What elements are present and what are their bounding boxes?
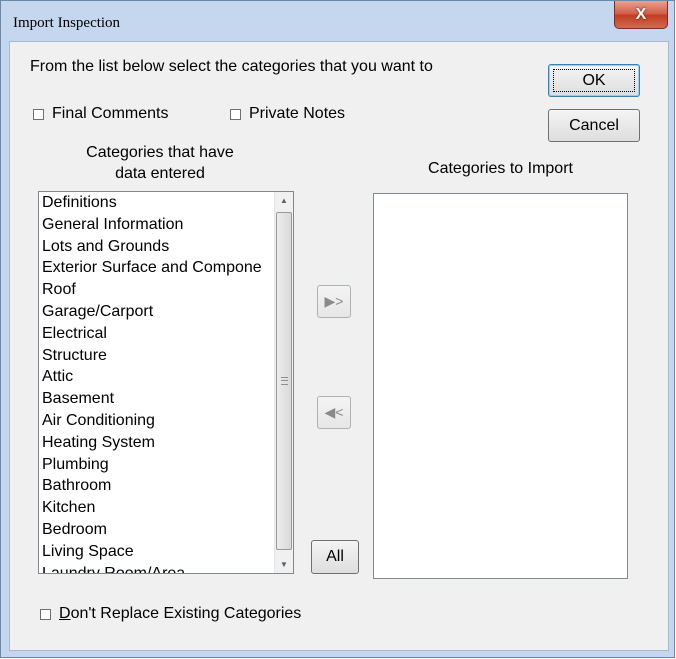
list-item[interactable]: Kitchen <box>39 497 293 519</box>
left-list-items: Definitions General Information Lots and G… <box>39 192 293 573</box>
ok-button[interactable]: OK <box>548 64 640 97</box>
select-all-button[interactable]: All <box>311 540 359 574</box>
scroll-up-icon[interactable]: ▲ <box>275 192 293 209</box>
list-item[interactable]: Air Conditioning <box>39 410 293 432</box>
instructions-text: From the list below select the categorie… <box>30 58 433 75</box>
left-list-scrollbar[interactable]: ▲ ▼ <box>274 192 293 573</box>
close-icon: X <box>635 5 647 23</box>
private-notes-label: Private Notes <box>249 105 346 122</box>
list-item[interactable]: Bedroom <box>39 519 293 541</box>
list-item[interactable]: Exterior Surface and Compone <box>39 257 293 279</box>
left-list-header-line1: Categories that have <box>86 144 234 161</box>
right-list-header: Categories to Import <box>428 160 573 177</box>
categories-to-import-listbox[interactable] <box>373 193 628 579</box>
window-title: Import Inspection <box>13 15 121 31</box>
import-inspection-dialog: Import Inspection X From the list below … <box>0 0 675 658</box>
ok-button-focus-ring <box>553 69 635 92</box>
list-item[interactable]: Electrical <box>39 323 293 345</box>
private-notes-checkbox[interactable]: Private Notes <box>230 105 345 123</box>
final-comments-label: Final Comments <box>52 105 169 122</box>
select-all-button-label: All <box>326 548 344 565</box>
list-item[interactable]: Lots and Grounds <box>39 236 293 258</box>
list-item[interactable]: Heating System <box>39 432 293 454</box>
dont-replace-checkbox-box[interactable] <box>40 608 51 620</box>
cancel-button-label: Cancel <box>569 116 619 134</box>
cancel-button[interactable]: Cancel <box>548 109 640 142</box>
dont-replace-label: Don't Replace Existing Categories <box>59 605 301 623</box>
categories-with-data-listbox[interactable]: Definitions General Information Lots and G… <box>38 191 294 574</box>
add-category-button[interactable]: ▶> <box>317 285 351 318</box>
scroll-grip-icon <box>281 377 288 385</box>
list-item[interactable]: Plumbing <box>39 454 293 476</box>
list-item[interactable]: Roof <box>39 279 293 301</box>
remove-category-button[interactable]: ◀< <box>317 396 351 429</box>
list-item[interactable]: Laundry Room/Area <box>39 563 293 573</box>
dont-replace-checkbox[interactable]: Don't Replace Existing Categories <box>40 605 301 623</box>
final-comments-checkbox[interactable]: Final Comments <box>33 105 168 123</box>
close-button[interactable]: X <box>614 1 668 29</box>
arrow-right-icon: ▶> <box>324 293 344 309</box>
title-bar[interactable]: Import Inspection X <box>1 1 674 41</box>
list-item[interactable]: General Information <box>39 214 293 236</box>
dont-replace-label-rest: on't Replace Existing Categories <box>70 605 302 622</box>
list-item[interactable]: Definitions <box>39 192 293 214</box>
left-list-header-line2: data entered <box>115 165 205 182</box>
list-item[interactable]: Bathroom <box>39 475 293 497</box>
arrow-left-icon: ◀< <box>324 404 344 420</box>
list-item[interactable]: Garage/Carport <box>39 301 293 323</box>
scroll-thumb[interactable] <box>276 212 292 550</box>
dialog-body: From the list below select the categorie… <box>9 41 669 651</box>
final-comments-checkbox-box[interactable] <box>33 108 44 120</box>
dont-replace-mnemonic: D <box>59 605 71 622</box>
private-notes-checkbox-box[interactable] <box>230 108 241 120</box>
scroll-down-icon[interactable]: ▼ <box>275 556 293 573</box>
list-item[interactable]: Structure <box>39 345 293 367</box>
list-item[interactable]: Living Space <box>39 541 293 563</box>
list-item[interactable]: Basement <box>39 388 293 410</box>
list-item[interactable]: Attic <box>39 366 293 388</box>
